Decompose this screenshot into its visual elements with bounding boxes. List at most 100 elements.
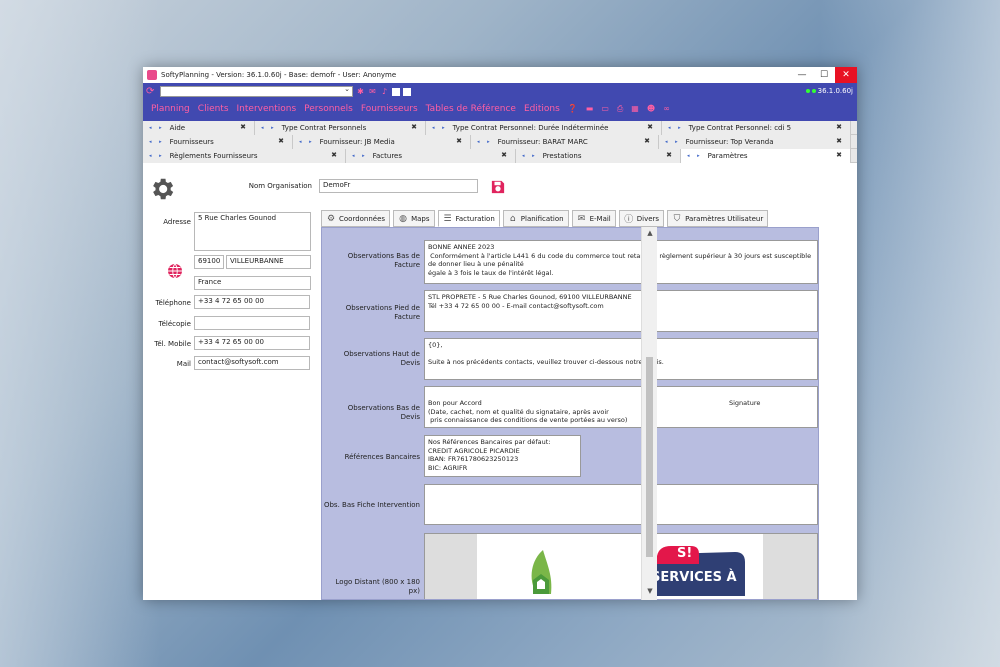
obs-bas-devis-label: Observations Bas de Devis: [347, 404, 420, 421]
postcode-input[interactable]: 69100: [194, 255, 224, 269]
facturation-panel: Observations Bas de Facture BONNE ANNEE …: [321, 227, 819, 600]
doc-tab-type-contrat-personnels[interactable]: ◂ ▸ Type Contrat Personnels ✖: [255, 121, 426, 135]
menu-editions[interactable]: Editions: [524, 104, 560, 114]
close-icon[interactable]: ✖: [456, 137, 462, 145]
help-icon[interactable]: ❓: [568, 104, 578, 113]
close-icon[interactable]: ✖: [331, 151, 337, 159]
close-icon[interactable]: ✖: [836, 151, 842, 159]
window-title: SoftyPlanning - Version: 36.1.0.60j - Ba…: [161, 71, 397, 79]
tab-parametres-utilisateur[interactable]: ⛉ Paramètres Utilisateur: [667, 210, 769, 227]
search-combo[interactable]: ⌄: [160, 85, 353, 97]
references-bancaires-input[interactable]: Nos Références Bancaires par défaut: CRE…: [424, 435, 581, 477]
menu-bar: Planning Clients Interventions Personnel…: [143, 100, 857, 117]
title-bar: SoftyPlanning - Version: 36.1.0.60j - Ba…: [143, 67, 857, 83]
mail-input[interactable]: contact@softysoft.com: [194, 356, 310, 370]
telecopie-label: Télécopie: [158, 320, 191, 328]
close-icon[interactable]: ✖: [666, 151, 672, 159]
nom-organisation-input[interactable]: DemoFr: [319, 179, 478, 193]
calendar-icon[interactable]: ▦: [631, 104, 639, 113]
microphone-icon[interactable]: ♪: [380, 87, 389, 96]
obs-pied-facture-input[interactable]: STL PROPRETE - 5 Rue Charles Gounod, 691…: [424, 290, 818, 332]
tab-email[interactable]: ✉ E-Mail: [571, 210, 616, 227]
close-icon[interactable]: ✖: [836, 137, 842, 145]
folder-icon[interactable]: ▬: [586, 104, 594, 113]
save-icon[interactable]: [491, 180, 505, 194]
country-input[interactable]: France: [194, 276, 311, 290]
menu-tables-reference[interactable]: Tables de Référence: [426, 104, 516, 114]
app-window: SoftyPlanning - Version: 36.1.0.60j - Ba…: [143, 67, 857, 600]
doc-tab-barat-marc[interactable]: ◂ ▸ Fournisseur: BARAT MARC ✖: [471, 135, 659, 149]
doc-tab-factures[interactable]: ◂ ▸ Factures ✖: [346, 149, 516, 163]
section-tabs: ⚙ Coordonnées ◍ Maps ☰ Facturation ⌂ Planifi…: [321, 210, 769, 227]
puzzle-icon[interactable]: ✱: [356, 87, 365, 96]
close-icon[interactable]: ✖: [411, 123, 417, 131]
chevron-down-icon[interactable]: ⌄: [344, 85, 350, 93]
print-icon[interactable]: ⎙: [617, 104, 623, 114]
doc-tab-reglements-fournisseurs[interactable]: ◂ ▸ Règlements Fournisseurs ✖: [143, 149, 346, 163]
telephone-input[interactable]: +33 4 72 65 00 00: [194, 295, 310, 309]
mobile-input[interactable]: +33 4 72 65 00 00: [194, 336, 310, 350]
version-indicator: 36.1.0.60j: [805, 87, 853, 95]
menu-planning[interactable]: Planning: [151, 104, 190, 114]
adresse-label: Adresse: [163, 218, 191, 226]
user-add-icon[interactable]: ☻: [647, 104, 655, 113]
doc-tab-parametres[interactable]: ◂ ▸ Paramètres ✖: [681, 149, 851, 163]
menu-fournisseurs[interactable]: Fournisseurs: [361, 104, 418, 114]
close-icon[interactable]: ✖: [836, 123, 842, 131]
obs-bas-facture-input[interactable]: BONNE ANNEE 2023 Conformément à l'articl…: [424, 240, 818, 284]
info-icon: ⓘ: [624, 215, 634, 225]
document-tabs: ◂ ▸ Aide ✖ ◂ ▸ Type Contrat Personnels ✖ ◂ ▸…: [143, 121, 857, 163]
folder-open-icon[interactable]: ▭: [601, 104, 609, 113]
doc-tab-prestations[interactable]: ◂ ▸ Prestations ✖: [516, 149, 681, 163]
gear-icon: ⚙: [326, 213, 336, 224]
references-bancaires-label: Références Bancaires: [344, 453, 420, 461]
tab-planification[interactable]: ⌂ Planification: [502, 210, 569, 227]
tab-facturation[interactable]: ☰ Facturation: [437, 210, 500, 227]
tab-divers[interactable]: ⓘ Divers: [618, 210, 665, 227]
telecopie-input[interactable]: [194, 316, 310, 330]
tab-maps[interactable]: ◍ Maps: [393, 210, 435, 227]
close-button[interactable]: ✕: [835, 67, 857, 83]
mail-label: Mail: [176, 360, 191, 368]
vertical-scrollbar[interactable]: ▲ ▼: [641, 227, 657, 600]
obs-pied-facture-label: Observations Pied de Facture: [345, 304, 420, 321]
city-input[interactable]: VILLEURBANNE: [226, 255, 311, 269]
mail-icon[interactable]: ✉: [368, 87, 377, 96]
close-icon[interactable]: ✖: [501, 151, 507, 159]
maximize-button[interactable]: ☐: [813, 67, 835, 83]
doc-tab-top-veranda[interactable]: ◂ ▸ Fournisseur: Top Veranda ✖: [659, 135, 851, 149]
doc-tab-cdi-5[interactable]: ◂ ▸ Type Contrat Personnel: cdi 5 ✖: [662, 121, 851, 135]
logo-distant-label: Logo Distant (800 x 180 px): [335, 578, 420, 595]
telephone-label: Téléphone: [155, 299, 191, 307]
refresh-icon[interactable]: ⟳: [146, 86, 158, 97]
obs-haut-devis-input[interactable]: {0}, Suite à nos précédents contacts, ve…: [424, 338, 818, 380]
white-square-button-2[interactable]: [403, 87, 411, 96]
close-icon[interactable]: ✖: [647, 123, 653, 131]
minimize-button[interactable]: —: [791, 67, 813, 83]
close-icon[interactable]: ✖: [644, 137, 650, 145]
menu-clients[interactable]: Clients: [198, 104, 229, 114]
scroll-thumb[interactable]: [646, 357, 653, 557]
scroll-up-icon[interactable]: ▲: [645, 229, 655, 239]
close-icon[interactable]: ✖: [278, 137, 284, 145]
adresse-street-input[interactable]: 5 Rue Charles Gounod: [194, 212, 311, 251]
status-dot-icon: [805, 89, 810, 93]
obs-bas-fiche-input[interactable]: [424, 484, 818, 525]
doc-tab-jb-media[interactable]: ◂ ▸ Fournisseur: JB Media ✖: [293, 135, 471, 149]
doc-tab-fournisseurs[interactable]: ◂ ▸ Fournisseurs ✖: [143, 135, 293, 149]
doc-tab-duree-indeterminee[interactable]: ◂ ▸ Type Contrat Personnel: Durée Indéter…: [426, 121, 662, 135]
mobile-label: Tél. Mobile: [154, 340, 191, 348]
tab-coordonnees[interactable]: ⚙ Coordonnées: [321, 210, 391, 227]
scroll-down-icon[interactable]: ▼: [645, 587, 655, 597]
doc-tab-aide[interactable]: ◂ ▸ Aide ✖: [143, 121, 255, 135]
logo-distant-image[interactable]: S! SERVICES À: [424, 533, 818, 599]
link-icon[interactable]: ∞: [663, 104, 670, 113]
close-icon[interactable]: ✖: [240, 123, 246, 131]
globe-icon[interactable]: [167, 263, 183, 279]
white-square-button[interactable]: [392, 87, 400, 96]
menu-personnels[interactable]: Personnels: [304, 104, 353, 114]
gear-icon: [153, 178, 174, 200]
nom-organisation-label: Nom Organisation: [248, 182, 312, 190]
menu-interventions[interactable]: Interventions: [237, 104, 297, 114]
obs-bas-devis-input[interactable]: Bon pour Accord Signature (Date, cachet, …: [424, 386, 818, 428]
